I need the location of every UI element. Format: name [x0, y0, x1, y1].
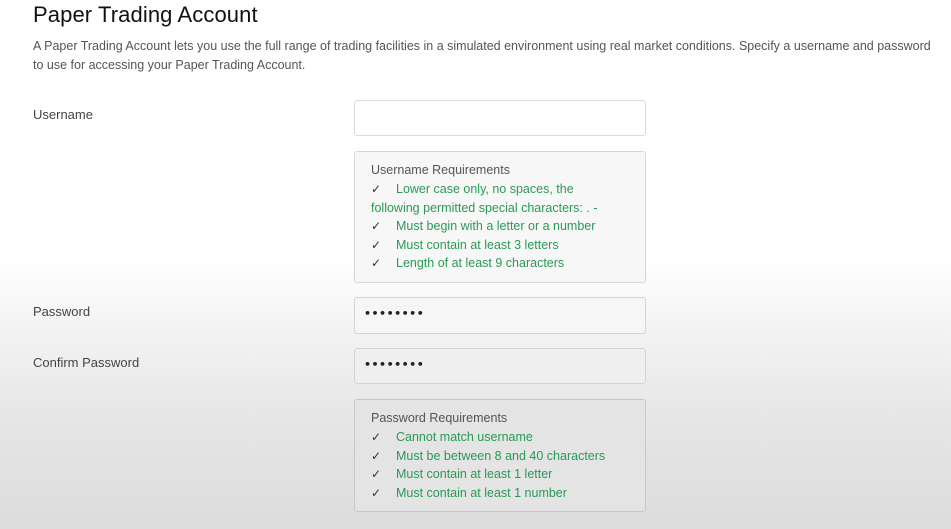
check-icon: ✓ [371, 219, 382, 233]
page-description: A Paper Trading Account lets you use the… [33, 39, 931, 72]
check-icon: ✓ [371, 256, 382, 270]
page-title: Paper Trading Account [33, 2, 258, 27]
check-icon: ✓ [371, 182, 382, 196]
password-requirement-item: ✓ Cannot match username [371, 428, 635, 447]
username-requirement-item: ✓ Length of at least 9 characters [371, 254, 635, 273]
check-icon: ✓ [371, 448, 382, 463]
check-icon: ✓ [371, 237, 382, 252]
username-input[interactable] [354, 100, 646, 136]
username-requirement-item: ✓ Lower case only, no spaces, the [371, 180, 635, 199]
username-requirements-title: Username Requirements [371, 163, 510, 177]
username-label: Username [33, 107, 93, 122]
username-requirement-item-continuation: following permitted special characters: … [371, 200, 598, 215]
confirm-password-label: Confirm Password [33, 355, 140, 370]
password-input[interactable]: •••••••• [354, 297, 646, 334]
password-input-value: •••••••• [364, 307, 425, 320]
password-requirements-title: Password Requirements [371, 411, 508, 425]
check-icon: ✓ [371, 467, 382, 481]
check-icon: ✓ [371, 485, 382, 500]
password-requirements-box: Password Requirements ✓ Cannot match user… [354, 399, 646, 512]
password-requirement-item: ✓ Must contain at least 1 letter [371, 465, 635, 484]
username-requirement-item: ✓ Must begin with a letter or a number [371, 217, 635, 236]
password-requirement-item: ✓ Must contain at least 1 number [371, 484, 635, 503]
username-requirement-item: ✓ Must contain at least 3 letters [371, 236, 635, 255]
password-label: Password [33, 304, 91, 319]
password-requirement-item: ✓ Must be between 8 and 40 characters [371, 447, 635, 466]
confirm-password-input-value: •••••••• [364, 358, 425, 371]
confirm-password-input[interactable]: •••••••• [354, 348, 646, 384]
check-icon: ✓ [371, 430, 382, 444]
username-requirements-box: Username Requirements ✓ Lower case only, … [354, 151, 646, 283]
